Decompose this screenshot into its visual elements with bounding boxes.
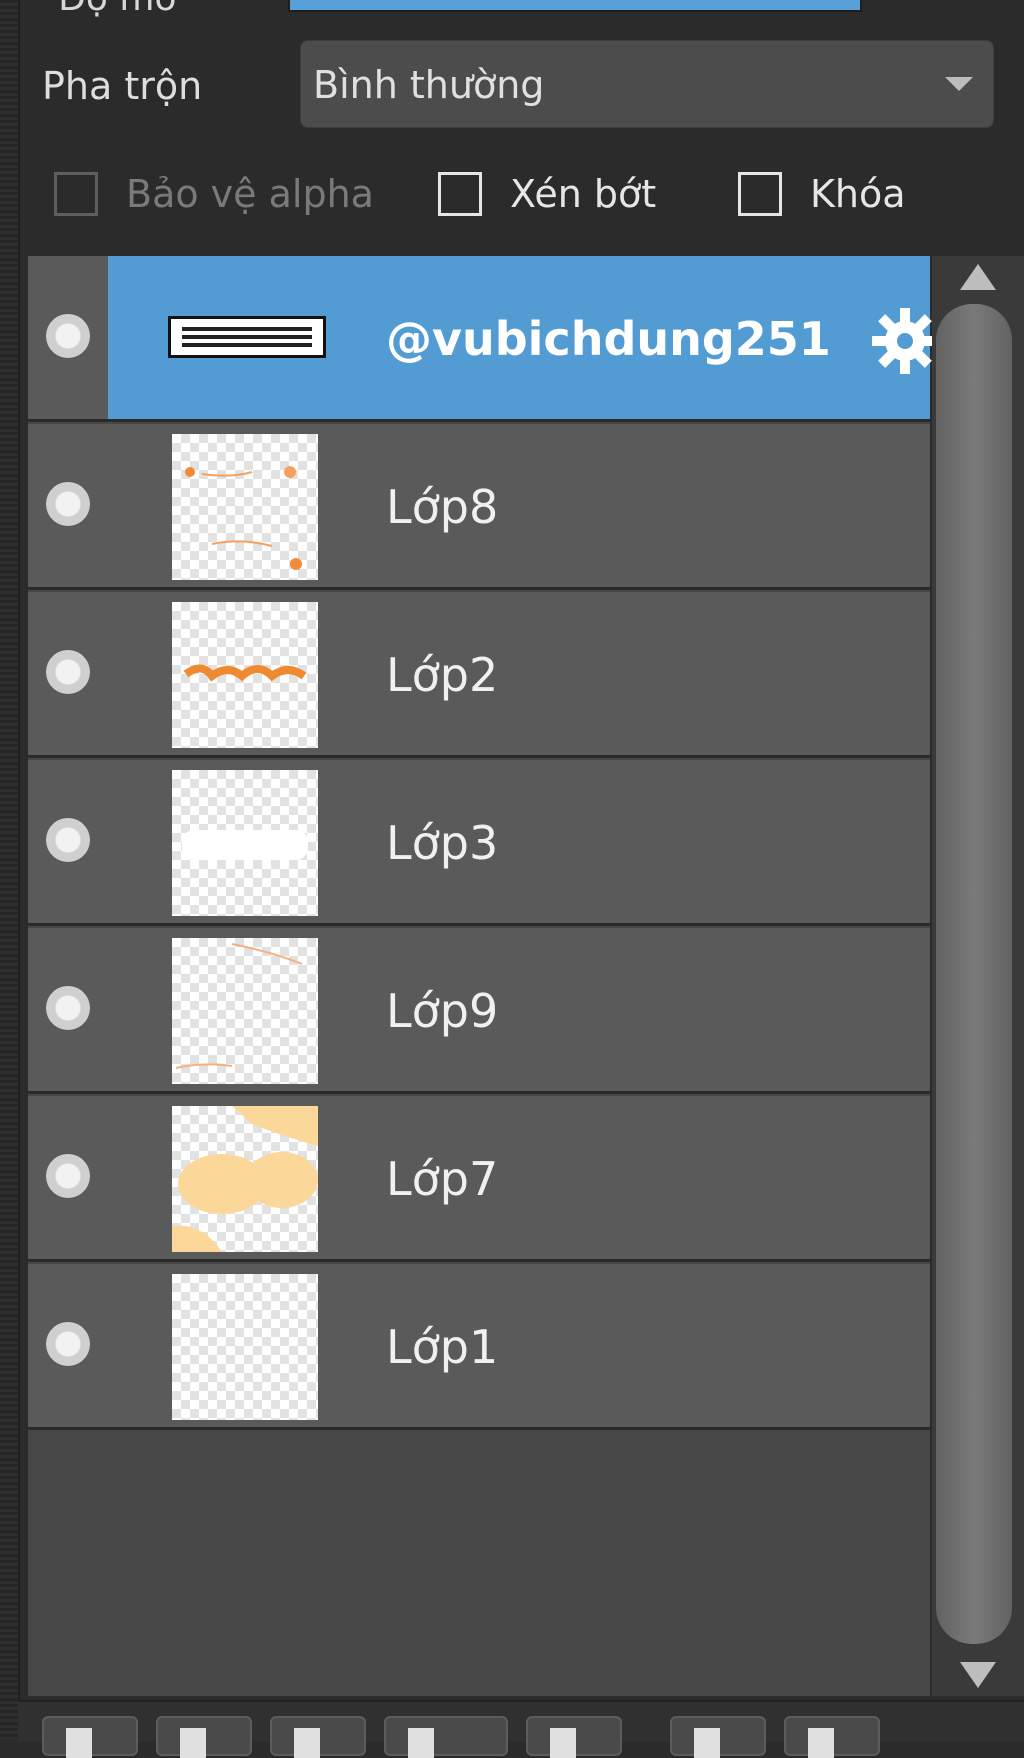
visibility-toggle[interactable]	[28, 424, 108, 587]
blend-mode-label: Pha trộn	[42, 64, 203, 108]
layer-thumbnail	[172, 938, 318, 1084]
page-icon	[294, 1728, 320, 1758]
opacity-slider[interactable]	[288, 0, 862, 12]
opacity-row: Độ mờ	[18, 0, 1024, 19]
layers-toolbar	[18, 1700, 1024, 1758]
layer-name: Lớp2	[386, 648, 499, 702]
page-icon	[694, 1728, 720, 1758]
lock-label: Khóa	[810, 172, 906, 216]
triangle-up-icon[interactable]	[960, 264, 996, 290]
visibility-toggle[interactable]	[28, 928, 108, 1091]
lock-checkbox[interactable]: Khóa	[738, 172, 906, 216]
visibility-toggle[interactable]	[28, 760, 108, 923]
checkbox-box[interactable]	[438, 172, 482, 216]
layer-name: Lớp8	[386, 480, 499, 534]
delete-layer-button[interactable]	[784, 1716, 880, 1758]
clip-checkbox[interactable]: Xén bớt	[438, 172, 656, 216]
layer-row[interactable]: Lớp3	[28, 760, 930, 926]
visibility-dot-icon[interactable]	[46, 1322, 90, 1366]
layer-thumbnail	[172, 434, 318, 580]
page-icon	[66, 1728, 92, 1758]
page-icon	[550, 1728, 576, 1758]
checkbox-box[interactable]	[738, 172, 782, 216]
visibility-dot-icon[interactable]	[46, 314, 90, 358]
layer-row-selected[interactable]: @vubichdung251	[28, 256, 938, 422]
visibility-toggle[interactable]	[28, 1264, 108, 1427]
layer-row[interactable]: Lớp1	[28, 1264, 930, 1430]
chevron-down-icon	[945, 77, 973, 91]
visibility-dot-icon[interactable]	[46, 482, 90, 526]
layer-thumbnail	[172, 602, 318, 748]
checkbox-box[interactable]	[54, 172, 98, 216]
panel-grip[interactable]	[0, 0, 20, 1740]
layer-name: Lớp9	[386, 984, 499, 1038]
visibility-dot-icon[interactable]	[46, 986, 90, 1030]
visibility-toggle[interactable]	[28, 592, 108, 755]
new-folder-button[interactable]	[156, 1716, 252, 1758]
visibility-dot-icon[interactable]	[46, 650, 90, 694]
opacity-label: Độ mờ	[58, 0, 176, 19]
layers-list[interactable]: @vubichdung251 Lớp8 Lớp2 Lớp3 Lớp9 Lớp7 …	[28, 256, 938, 1696]
clip-label: Xén bớt	[510, 172, 657, 216]
page-icon	[408, 1728, 434, 1758]
visibility-dot-icon[interactable]	[46, 818, 90, 862]
layer-name: Lớp3	[386, 816, 499, 870]
layer-name: Lớp7	[386, 1152, 499, 1206]
page-icon	[808, 1728, 834, 1758]
layer-row[interactable]: Lớp7	[28, 1096, 930, 1262]
layer-thumbnail	[172, 1274, 318, 1420]
blend-mode-value: Bình thường	[313, 63, 545, 107]
visibility-dot-icon[interactable]	[46, 1154, 90, 1198]
duplicate-layer-button[interactable]	[270, 1716, 366, 1758]
layer-thumbnail	[172, 1106, 318, 1252]
visibility-toggle[interactable]	[28, 1096, 108, 1259]
layer-name: Lớp1	[386, 1320, 499, 1374]
gear-icon[interactable]	[870, 306, 940, 376]
triangle-down-icon[interactable]	[960, 1662, 996, 1688]
layer-thumbnail	[168, 316, 326, 358]
layer-row[interactable]: Lớp2	[28, 592, 930, 758]
layer-row[interactable]: Lớp8	[28, 424, 930, 590]
merge-layer-button[interactable]	[526, 1716, 622, 1758]
layer-options-button[interactable]	[384, 1716, 508, 1758]
new-layer-button[interactable]	[42, 1716, 138, 1758]
blend-mode-select[interactable]: Bình thường	[300, 40, 994, 128]
layer-row[interactable]: Lớp9	[28, 928, 930, 1094]
page-icon	[180, 1728, 206, 1758]
layers-scrollbar[interactable]	[932, 256, 1024, 1696]
protect-alpha-label: Bảo vệ alpha	[126, 172, 374, 216]
protect-alpha-checkbox[interactable]: Bảo vệ alpha	[54, 172, 374, 216]
clear-layer-button[interactable]	[670, 1716, 766, 1758]
visibility-toggle[interactable]	[28, 256, 108, 419]
layer-name: @vubichdung251	[386, 312, 831, 366]
layer-thumbnail	[172, 770, 318, 916]
scrollbar-thumb[interactable]	[936, 304, 1012, 1644]
